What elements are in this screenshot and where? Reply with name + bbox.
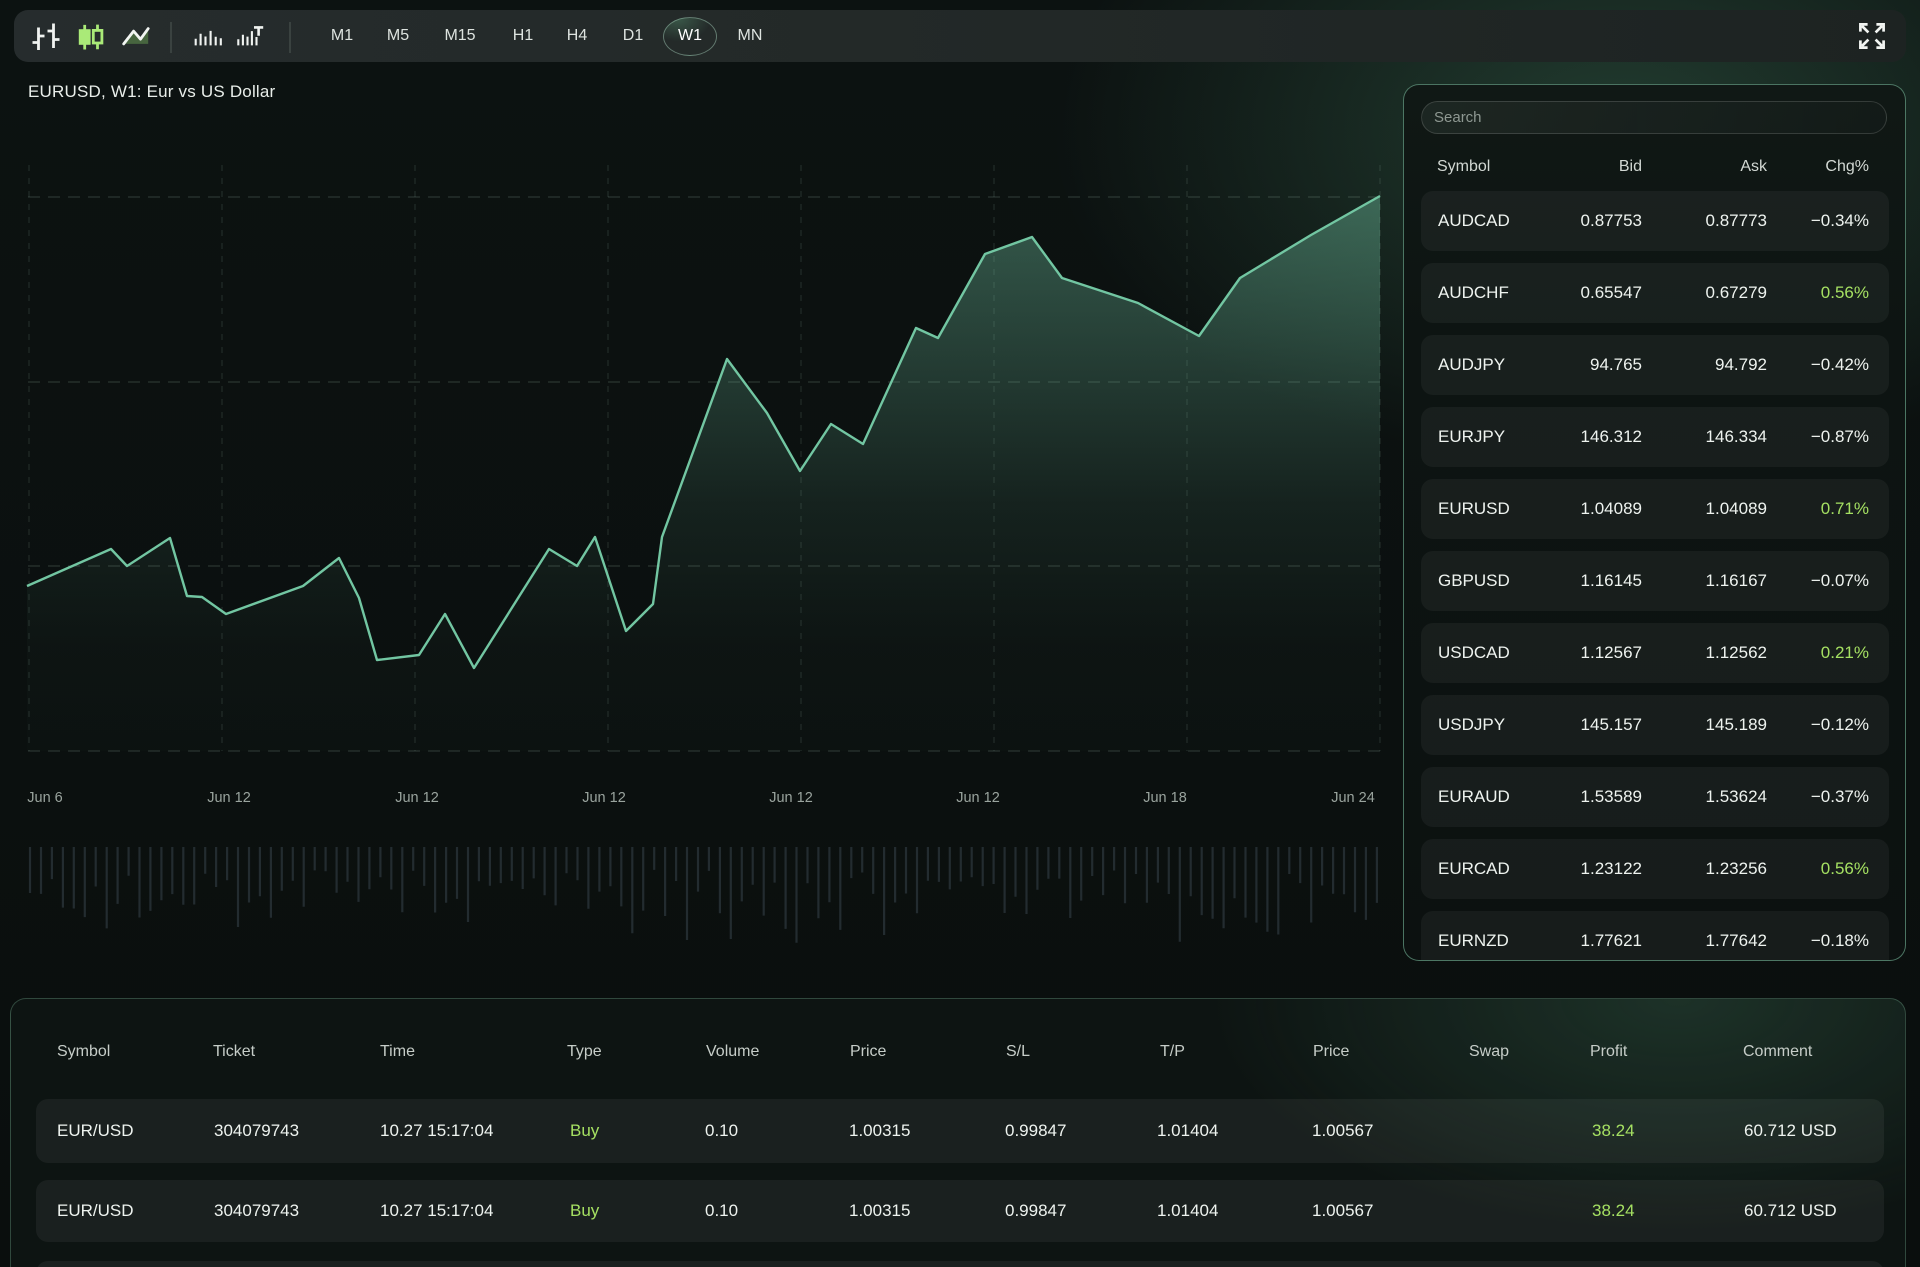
svg-text:Jun 24: Jun 24 <box>1331 790 1375 806</box>
svg-text:Jun 12: Jun 12 <box>769 790 813 806</box>
svg-text:Jun 12: Jun 12 <box>582 790 626 806</box>
svg-text:Jun 6: Jun 6 <box>27 790 62 806</box>
svg-text:Jun 18: Jun 18 <box>1143 790 1187 806</box>
svg-text:Jun 12: Jun 12 <box>395 790 439 806</box>
svg-text:Jun 12: Jun 12 <box>207 790 251 806</box>
svg-text:Jun 12: Jun 12 <box>956 790 1000 806</box>
